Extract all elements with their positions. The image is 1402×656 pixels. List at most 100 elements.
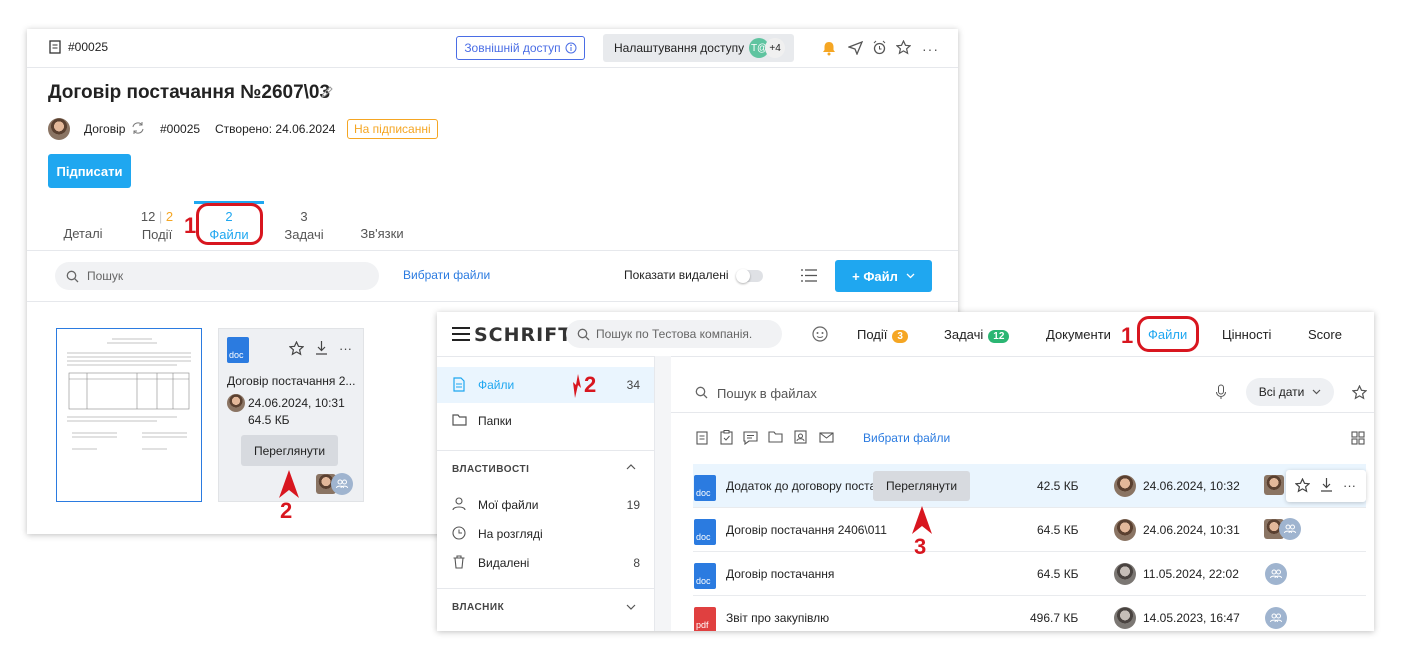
search-icon xyxy=(66,270,79,283)
file-row[interactable]: doc Договір постачання 2406\011 64.5 КБ … xyxy=(693,508,1366,552)
sidebar-item-my-files[interactable]: Мої файли 19 xyxy=(437,492,654,518)
file-date: 14.05.2023, 16:47 xyxy=(1143,611,1240,625)
file-type: doc xyxy=(696,532,711,542)
author-avatar xyxy=(1114,475,1136,497)
properties-header: ВЛАСТИВОСТІ xyxy=(452,464,530,475)
nav-documents[interactable]: Документи xyxy=(1046,327,1111,342)
mail-filter-icon[interactable] xyxy=(819,432,834,443)
file-search-input[interactable]: Пошук в файлах xyxy=(717,386,817,401)
contact-filter-icon[interactable] xyxy=(794,430,807,444)
nav-files[interactable]: Файли xyxy=(1148,327,1187,342)
tasks-count: 3 xyxy=(300,209,308,224)
group-icon xyxy=(1265,563,1287,585)
global-search-placeholder: Пошук по Тестова компанія. xyxy=(596,327,753,341)
group-icon xyxy=(331,473,353,495)
file-date: 24.06.2024, 10:31 xyxy=(1143,523,1240,537)
select-files-link[interactable]: Вибрати файли xyxy=(403,268,490,282)
nav-events-label: Події xyxy=(857,327,888,342)
edit-pencil-icon[interactable] xyxy=(320,85,334,99)
file-date: 24.06.2024, 10:32 xyxy=(1143,479,1240,493)
chevron-down-icon[interactable] xyxy=(626,604,636,610)
tab-events[interactable]: 12 | 2 Події xyxy=(135,209,179,242)
sidebar-item-deleted[interactable]: Видалені 8 xyxy=(437,550,654,576)
sidebar-item-folders[interactable]: Папки xyxy=(437,403,654,439)
folder-icon xyxy=(452,414,467,426)
search-input[interactable]: Пошук xyxy=(55,262,379,290)
bell-icon[interactable] xyxy=(822,41,836,56)
author-avatar xyxy=(1114,607,1136,629)
sign-button[interactable]: Підписати xyxy=(48,154,131,188)
add-file-button[interactable]: + Файл xyxy=(835,260,932,292)
info-icon xyxy=(565,42,577,54)
file-row[interactable]: doc Додаток до договору поста Переглянут… xyxy=(693,464,1366,508)
search-icon xyxy=(695,386,708,399)
external-access-button[interactable]: Зовнішній доступ xyxy=(456,36,585,60)
download-icon[interactable] xyxy=(315,340,328,355)
star-icon[interactable] xyxy=(289,341,304,356)
file-name: Звіт про закупівлю xyxy=(726,611,830,625)
doc-number: #00025 xyxy=(68,40,109,54)
author-avatar xyxy=(227,394,245,412)
highlight-circle xyxy=(196,203,263,245)
file-row[interactable]: pdf Звіт про закупівлю 496.7 КБ 14.05.20… xyxy=(693,596,1366,631)
global-search-input[interactable]: Пошук по Тестова компанія. xyxy=(566,320,782,348)
more-icon[interactable]: ··· xyxy=(922,41,939,57)
tab-tasks[interactable]: 3 Задачі xyxy=(279,209,329,242)
nav-tasks-label: Задачі xyxy=(944,327,984,342)
hamburger-icon[interactable] xyxy=(452,327,470,341)
app-logo: SCHRIFT xyxy=(474,324,573,346)
group-icon xyxy=(1279,518,1301,540)
file-date: 11.05.2024, 22:02 xyxy=(1143,567,1239,581)
user-icon xyxy=(452,497,466,511)
nav-score[interactable]: Score xyxy=(1308,327,1342,342)
file-name: Договір постачання xyxy=(726,567,835,581)
chevron-down-icon xyxy=(1312,389,1321,395)
sidebar-item-review[interactable]: На розгляді xyxy=(437,521,654,547)
meta-number: #00025 xyxy=(160,122,201,136)
download-icon[interactable] xyxy=(1320,477,1333,492)
author-avatar xyxy=(1114,519,1136,541)
meta-type: Договір xyxy=(84,122,126,136)
folder-filter-icon[interactable] xyxy=(768,431,783,443)
more-icon[interactable]: ··· xyxy=(1343,478,1356,493)
tab-details[interactable]: Деталі xyxy=(55,226,111,241)
row-actions: ··· xyxy=(1286,470,1366,502)
file-icon xyxy=(453,377,465,392)
document-filter-icon[interactable] xyxy=(696,431,708,445)
owner-avatar xyxy=(48,118,70,140)
file-row[interactable]: doc Договір постачання 64.5 КБ 11.05.202… xyxy=(693,552,1366,596)
nav-events[interactable]: Події 3 xyxy=(857,327,908,343)
sidebar-item-files[interactable]: Файли 34 xyxy=(437,367,654,403)
view-button[interactable]: Переглянути xyxy=(241,435,338,466)
star-icon[interactable] xyxy=(1295,478,1310,493)
assistant-icon[interactable] xyxy=(811,325,829,343)
alarm-icon[interactable] xyxy=(872,40,887,55)
list-view-icon[interactable] xyxy=(801,269,817,282)
more-icon[interactable]: ··· xyxy=(339,341,352,356)
send-icon[interactable] xyxy=(848,41,863,55)
add-file-label: + Файл xyxy=(852,268,898,284)
microphone-icon[interactable] xyxy=(1216,384,1226,400)
star-icon[interactable] xyxy=(896,40,911,55)
member-avatar xyxy=(1264,475,1284,495)
nav-values[interactable]: Цінності xyxy=(1222,327,1271,342)
doc-file-type: doc xyxy=(229,350,244,360)
document-thumbnail[interactable] xyxy=(56,328,202,502)
file-size: 64.5 КБ xyxy=(1037,523,1079,537)
select-files-link[interactable]: Вибрати файли xyxy=(863,431,950,445)
comment-filter-icon[interactable] xyxy=(743,431,758,445)
view-tooltip-button[interactable]: Переглянути xyxy=(873,471,970,501)
date-filter-dropdown[interactable]: Всі дати xyxy=(1246,378,1334,406)
annotation-arrow xyxy=(278,470,300,500)
nav-tasks[interactable]: Задачі 12 xyxy=(944,327,1010,343)
tab-links[interactable]: Зв'язки xyxy=(355,226,409,241)
show-deleted-toggle[interactable] xyxy=(736,269,763,283)
access-settings-button[interactable]: Налаштування доступу T@ +4 xyxy=(603,34,794,62)
grid-view-icon[interactable] xyxy=(1351,431,1365,445)
star-icon[interactable] xyxy=(1352,385,1367,400)
doc-file-icon: doc xyxy=(694,519,716,545)
access-more-count: +4 xyxy=(765,38,786,58)
task-filter-icon[interactable] xyxy=(720,430,733,445)
chevron-up-icon[interactable] xyxy=(626,464,636,470)
deleted-count: 8 xyxy=(633,556,640,570)
